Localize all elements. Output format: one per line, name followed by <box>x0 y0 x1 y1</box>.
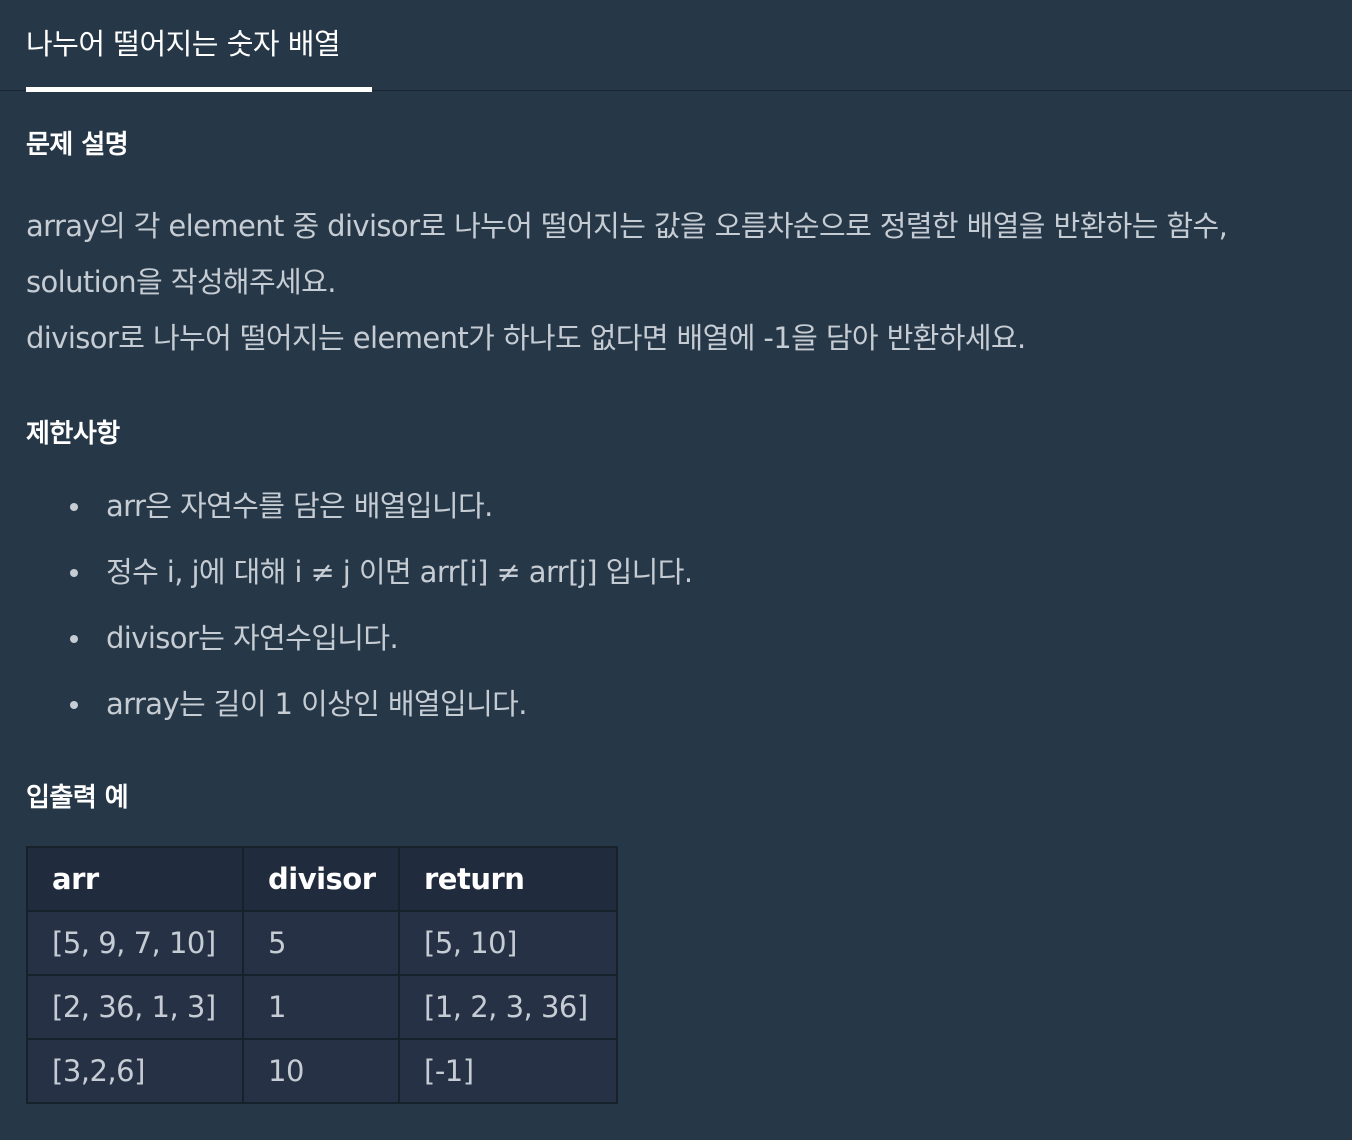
cell-divisor: 1 <box>242 974 400 1040</box>
constraints-heading: 제한사항 <box>26 419 120 449</box>
bullet-icon <box>70 503 78 511</box>
cell-arr: [5, 9, 7, 10] <box>26 910 244 976</box>
cell-return: [1, 2, 3, 36] <box>398 974 618 1040</box>
column-header-arr: arr <box>26 846 244 912</box>
description-line: solution을 작성해주세요. <box>26 265 336 299</box>
cell-arr: [2, 36, 1, 3] <box>26 974 244 1040</box>
constraint-text: array는 길이 1 이상인 배열입니다. <box>106 687 527 721</box>
cell-arr: [3,2,6] <box>26 1038 244 1104</box>
column-header-return: return <box>398 846 618 912</box>
table-header-row: arr divisor return <box>26 846 618 912</box>
table-row: [2, 36, 1, 3] 1 [1, 2, 3, 36] <box>26 974 618 1040</box>
examples-table: arr divisor return [5, 9, 7, 10] 5 [5, 1… <box>26 846 618 1104</box>
constraint-text: 정수 i, j에 대해 i ≠ j 이면 arr[i] ≠ arr[j] 입니다… <box>106 555 693 589</box>
cell-return: [5, 10] <box>398 910 618 976</box>
tab-bar: 나누어 떨어지는 숫자 배열 <box>0 0 1352 92</box>
cell-return: [-1] <box>398 1038 618 1104</box>
tab-problem[interactable]: 나누어 떨어지는 숫자 배열 <box>26 0 372 92</box>
tab-title: 나누어 떨어지는 숫자 배열 <box>26 27 341 61</box>
description-heading: 문제 설명 <box>26 130 129 160</box>
description-line: divisor로 나누어 떨어지는 element가 하나도 없다면 배열에 -… <box>26 321 1026 355</box>
bullet-icon <box>70 701 78 709</box>
examples-heading: 입출력 예 <box>26 783 129 813</box>
constraint-text: arr은 자연수를 담은 배열입니다. <box>106 489 493 523</box>
constraint-text: divisor는 자연수입니다. <box>106 621 399 655</box>
bullet-icon <box>70 569 78 577</box>
table-row: [3,2,6] 10 [-1] <box>26 1038 618 1104</box>
column-header-divisor: divisor <box>242 846 400 912</box>
active-tab-indicator <box>26 87 372 92</box>
description-line: array의 각 element 중 divisor로 나누어 떨어지는 값을 … <box>26 209 1228 243</box>
cell-divisor: 5 <box>242 910 400 976</box>
cell-divisor: 10 <box>242 1038 400 1104</box>
bullet-icon <box>70 635 78 643</box>
table-row: [5, 9, 7, 10] 5 [5, 10] <box>26 910 618 976</box>
